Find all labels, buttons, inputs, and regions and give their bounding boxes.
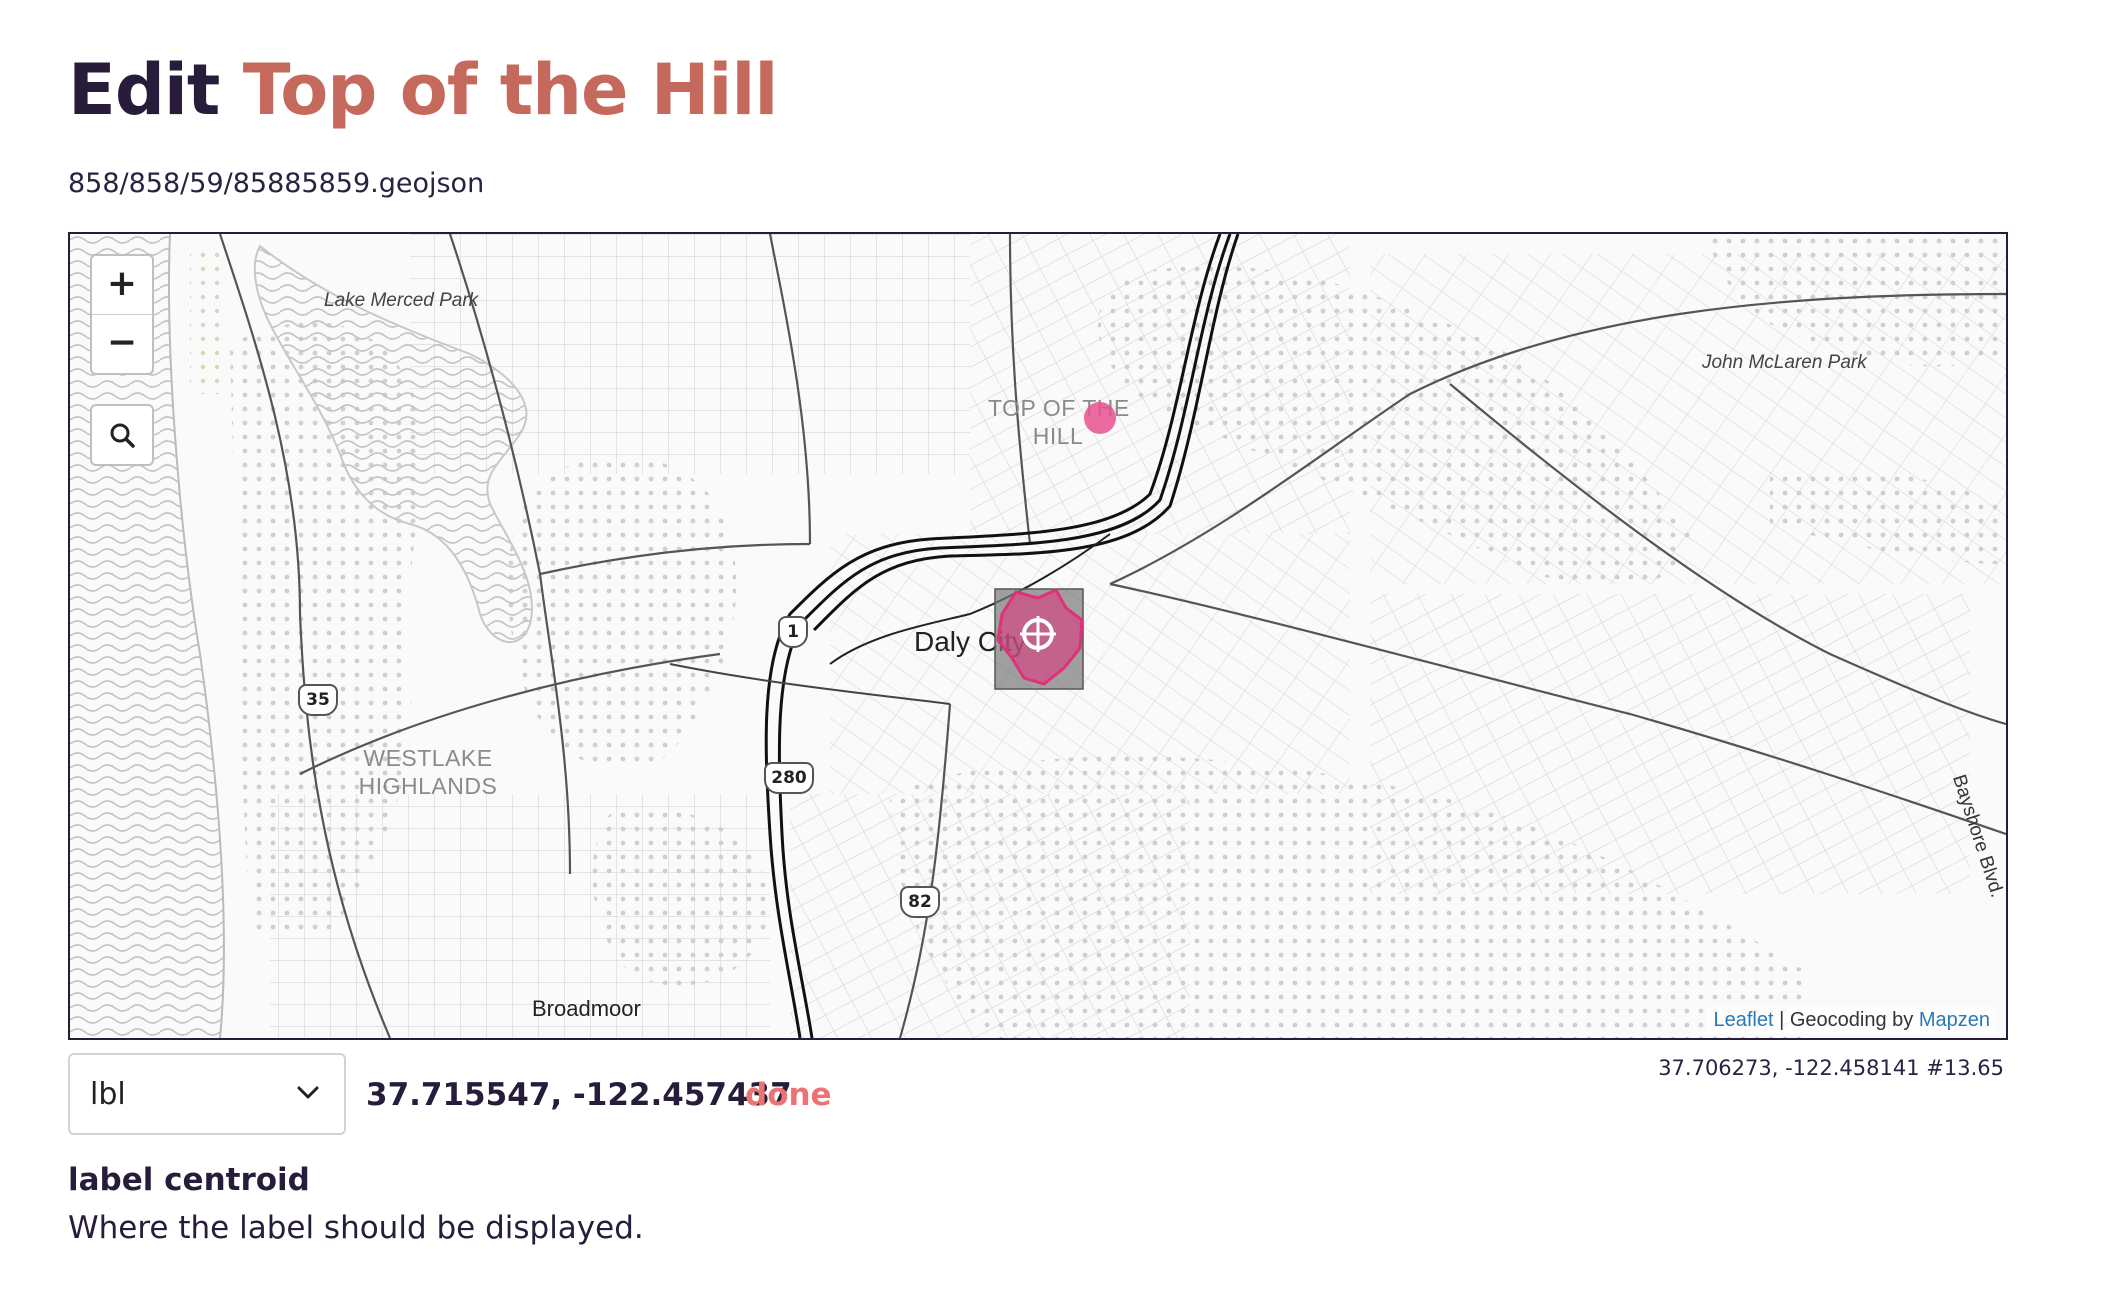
search-icon — [110, 423, 135, 448]
broadmoor-label: Broadmoor — [532, 996, 641, 1021]
westlake-highlands-label: WESTLAKE HIGHLANDS — [358, 744, 498, 800]
page-title: Edit Top of the Hill — [68, 40, 779, 140]
chevron-down-icon — [297, 1086, 319, 1099]
property-value: 37.715547, -122.457437 — [366, 1077, 792, 1113]
field-title: label centroid — [68, 1162, 310, 1198]
zoom-out-button[interactable]: − — [92, 314, 152, 373]
route-82-shield: 82 — [900, 886, 940, 918]
zoom-control: + − — [90, 254, 154, 375]
current-position-marker[interactable] — [1080, 398, 1120, 438]
label-centroid-marker[interactable] — [1016, 612, 1060, 656]
map-view[interactable]: Lake Merced Park John McLaren Park TOP O… — [68, 232, 2008, 1040]
file-path: 858/858/59/85885859.geojson — [68, 168, 485, 199]
place-name: Top of the Hill — [242, 49, 779, 131]
westlake-line1: WESTLAKE — [363, 745, 493, 771]
map-search-button[interactable] — [90, 404, 154, 466]
route-35-shield: 35 — [298, 684, 338, 716]
zoom-in-button[interactable]: + — [92, 256, 152, 314]
map-attribution: Leaflet | Geocoding by Mapzen — [1707, 1007, 1996, 1034]
attribution-separator: | Geocoding by — [1773, 1009, 1919, 1031]
done-button[interactable]: done — [745, 1077, 832, 1113]
lake-merced-label: Lake Merced Park — [324, 290, 479, 311]
westlake-line2: HIGHLANDS — [358, 773, 498, 799]
mclaren-park-label: John McLaren Park — [1702, 352, 1867, 373]
property-select-value: lbl — [90, 1077, 126, 1112]
title-prefix: Edit — [68, 49, 220, 131]
map-coordinates-readout: 37.706273, -122.458141 #13.65 — [1658, 1056, 2004, 1080]
mapzen-link[interactable]: Mapzen — [1919, 1009, 1990, 1031]
field-description: Where the label should be displayed. — [68, 1210, 644, 1246]
property-select[interactable]: lbl — [68, 1053, 346, 1135]
route-1-shield: 1 — [778, 616, 808, 648]
route-280-shield: 280 — [764, 762, 814, 794]
leaflet-link[interactable]: Leaflet — [1713, 1009, 1773, 1031]
